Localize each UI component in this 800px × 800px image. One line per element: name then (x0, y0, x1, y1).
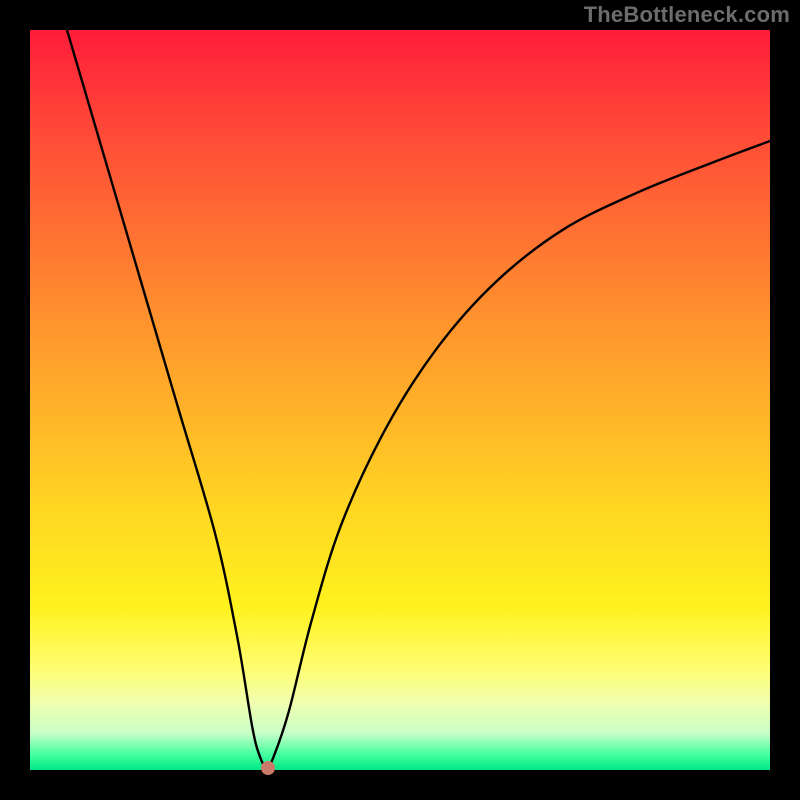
chart-frame: TheBottleneck.com (0, 0, 800, 800)
optimum-marker (261, 761, 275, 775)
watermark-text: TheBottleneck.com (584, 2, 790, 28)
bottleneck-curve (30, 30, 770, 770)
plot-area (30, 30, 770, 770)
curve-path (67, 30, 770, 768)
